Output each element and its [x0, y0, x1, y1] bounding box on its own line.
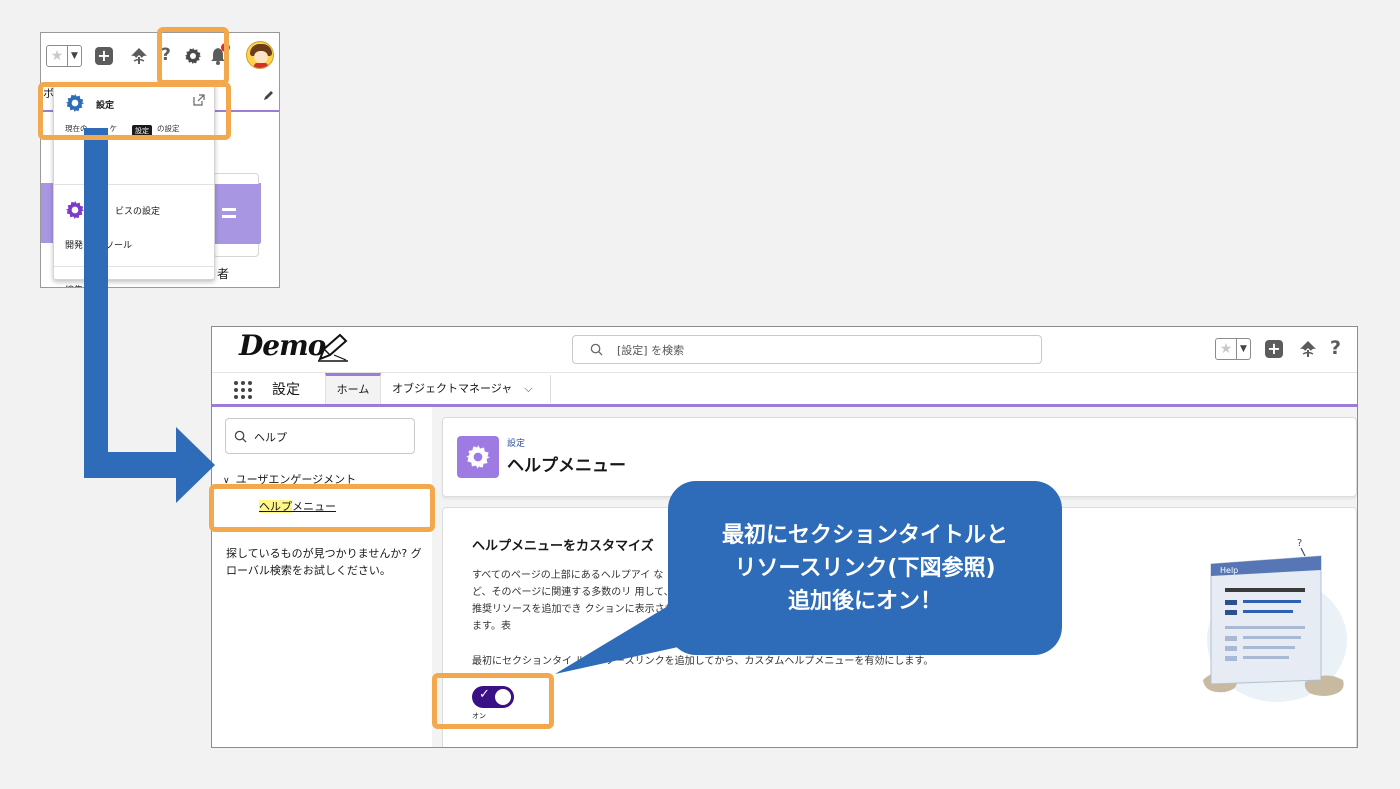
- instruction-callout: 最初にセクションタイトルと リソースリンク(下図参照) 追加後にオン！: [668, 481, 1062, 655]
- quick-find-input[interactable]: [254, 428, 404, 446]
- page-title: ヘルプメニュー: [507, 456, 626, 476]
- breadcrumb[interactable]: 設定: [507, 436, 525, 449]
- no-result-hint: 探しているものが見つかりませんか? グローバル検索をお試しください。: [226, 547, 422, 577]
- search-icon: [234, 430, 247, 443]
- app-name: 設定: [272, 382, 300, 398]
- highlight-help-menu-item: [209, 484, 435, 532]
- menu-item-service-setup[interactable]: ビスの設定: [115, 204, 160, 217]
- help-icon[interactable]: ?: [1330, 337, 1341, 359]
- help-illustration: Help ?: [1203, 538, 1347, 702]
- setup-search-input[interactable]: [617, 341, 1017, 359]
- nav-separator: [550, 375, 551, 403]
- setup-search-box[interactable]: [572, 335, 1042, 364]
- background-card-bar: [214, 184, 260, 244]
- favorites-button[interactable]: ★ ▼: [46, 45, 82, 67]
- card-title: ヘルプメニューをカスタマイズ: [472, 539, 654, 554]
- background-card-glyph: [222, 208, 236, 218]
- context-nav-bar: 設定 ホーム オブジェクトマネージャ ⌵: [212, 372, 1357, 405]
- callout-text: 最初にセクションタイトルと リソースリンク(下図参照) 追加後にオン！: [721, 523, 1008, 614]
- global-header: Demo ★ ▼ + ?: [212, 327, 1357, 372]
- avatar[interactable]: [246, 41, 274, 69]
- service-setup-icon: [65, 200, 85, 220]
- global-actions-icon[interactable]: +: [1265, 340, 1283, 358]
- search-icon: [590, 343, 603, 356]
- app-launcher-icon[interactable]: [234, 381, 252, 399]
- highlight-toggle: [432, 673, 554, 729]
- star-icon: ★: [1219, 341, 1233, 357]
- illustration-help-label: Help: [1220, 566, 1238, 575]
- card-description: すべてのページの上部にあるヘルプアイ など、そのページに関連する多数のリ 用して…: [472, 570, 675, 632]
- trailhead-icon[interactable]: [129, 46, 149, 66]
- setup-gear-icon: [466, 445, 490, 469]
- menu-divider: [54, 266, 214, 267]
- logo-quill-icon: [318, 333, 348, 362]
- favorites-button[interactable]: ★ ▼: [1215, 338, 1251, 360]
- background-card: [213, 173, 260, 257]
- tab-object-manager[interactable]: オブジェクトマネージャ ⌵: [392, 373, 533, 405]
- highlight-gear-button: [157, 27, 229, 85]
- avatar-face: [254, 51, 268, 63]
- highlight-setup-menu-item: [38, 82, 231, 140]
- illustration-question-label: ?: [1297, 538, 1302, 549]
- caret-down-icon: ▼: [1236, 339, 1250, 359]
- menu-item-edit-page[interactable]: 編集: [65, 283, 83, 287]
- menu-divider: [54, 184, 214, 185]
- chevron-down-icon[interactable]: ⌵: [524, 373, 532, 404]
- page-header-icon-tile: [457, 436, 499, 478]
- menu-item-developer-console[interactable]: 開発 ソール: [65, 238, 132, 251]
- trailhead-icon[interactable]: [1298, 339, 1318, 359]
- global-actions-icon[interactable]: +: [95, 47, 113, 65]
- pencil-icon[interactable]: [263, 89, 275, 101]
- background-text: 者: [217, 267, 230, 281]
- caret-down-icon: ▼: [67, 46, 81, 66]
- quick-find-box[interactable]: [225, 418, 415, 454]
- tab-home[interactable]: ホーム: [325, 373, 381, 405]
- setup-tree-pane: ∨ユーザエンゲージメント ヘルプメニュー 探しているものが見つかりませんか? グ…: [212, 407, 432, 747]
- org-logo[interactable]: Demo: [239, 329, 326, 362]
- avatar-shirt: [254, 63, 268, 68]
- star-icon: ★: [50, 48, 64, 64]
